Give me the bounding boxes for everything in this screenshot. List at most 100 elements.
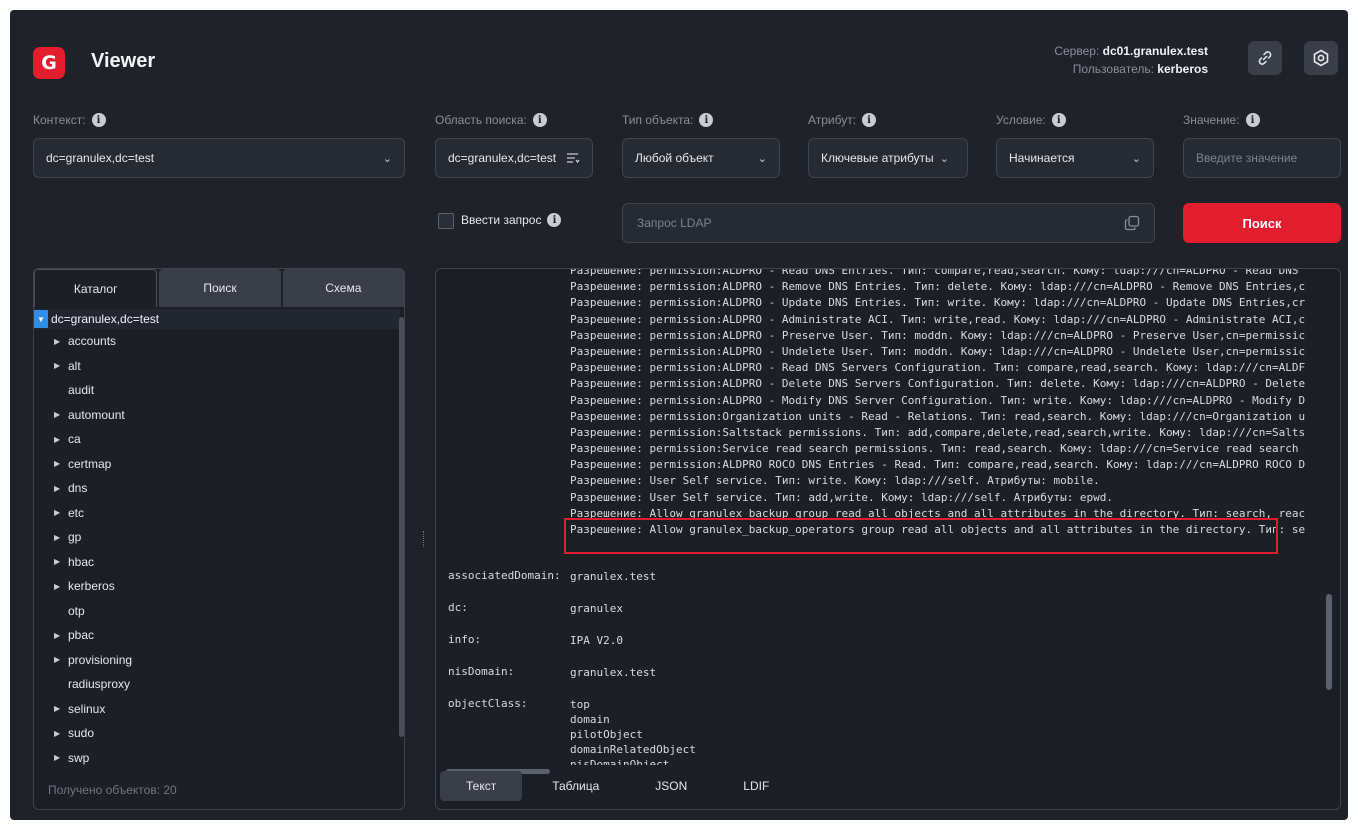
tree-item-provisioning[interactable]: ▶ provisioning [34, 648, 400, 673]
tree-item-ca[interactable]: ▶ ca [34, 427, 400, 452]
attribute-value: domain [570, 713, 610, 726]
tree-root-node[interactable]: ▼ dc=granulex,dc=test [34, 309, 400, 329]
value-input[interactable]: Введите значение [1183, 138, 1341, 178]
attribute-row: associatedDomain: granulex.test [448, 569, 656, 584]
permission-line: Разрешение: permission:ALDPRO - Read DNS… [570, 361, 1306, 375]
object-type-value: Любой объект [635, 151, 714, 165]
tab-ldif[interactable]: LDIF [717, 771, 795, 801]
attribute-values: IPA V2.0 [570, 633, 623, 648]
expand-arrow-icon[interactable]: ▶ [54, 533, 68, 542]
info-icon[interactable]: i [1051, 113, 1066, 127]
link-button[interactable] [1248, 41, 1282, 75]
result-vertical-scrollbar[interactable] [1326, 594, 1332, 690]
tree-item-accounts[interactable]: ▶ accounts [34, 329, 400, 354]
expand-arrow-icon[interactable]: ▶ [54, 337, 68, 346]
attribute-value: granulex.test [570, 666, 657, 679]
chevron-down-icon: ⌄ [939, 152, 949, 165]
tree-item-kerberos[interactable]: ▶ kerberos [34, 574, 400, 599]
tree-item-certmap[interactable]: ▶ certmap [34, 452, 400, 477]
tree-item-label: sudo [68, 726, 95, 741]
info-icon[interactable]: i [91, 113, 106, 127]
attribute-select[interactable]: Ключевые атрибуты ⌄ [808, 138, 968, 178]
tree-item-label: certmap [68, 456, 112, 471]
permission-line: Разрешение: permission:ALDPRO - Undelete… [570, 344, 1306, 358]
tree-item-selinux[interactable]: ▶ selinux [34, 697, 400, 722]
expand-arrow-icon[interactable]: ▶ [54, 753, 68, 762]
search-button[interactable]: Поиск [1183, 203, 1341, 243]
expand-arrow-icon[interactable]: ▶ [54, 631, 68, 640]
tree-item-hbac[interactable]: ▶ hbac [34, 550, 400, 575]
info-icon[interactable]: i [547, 213, 562, 227]
tab-json[interactable]: JSON [629, 771, 713, 801]
tree-item-dns[interactable]: ▶ dns [34, 476, 400, 501]
tree-item-gp[interactable]: ▶ gp [34, 525, 400, 550]
settings-icon [1313, 49, 1329, 67]
scope-value: dc=granulex,dc=test [448, 151, 557, 165]
expand-arrow-icon[interactable]: ▶ [54, 508, 68, 517]
expand-arrow-icon[interactable]: ▶ [54, 410, 68, 419]
tree-item-etc[interactable]: ▶ etc [34, 501, 400, 526]
query-checkbox[interactable] [438, 213, 454, 229]
attribute-values: granulex [570, 601, 623, 616]
permission-line: Разрешение: permission:ALDPRO - Update D… [570, 296, 1306, 310]
query-checkbox-text: Ввести запрос [461, 213, 542, 227]
expand-arrow-icon[interactable]: ▶ [54, 557, 68, 566]
tree-scrollbar[interactable] [399, 317, 404, 737]
expand-arrow-icon[interactable]: ▶ [54, 459, 68, 468]
expand-arrow-icon[interactable]: ▶ [54, 361, 68, 370]
tree-item-alt[interactable]: ▶ alt [34, 354, 400, 379]
info-icon[interactable]: i [862, 113, 877, 127]
tab-search[interactable]: Поиск [159, 269, 281, 307]
tab-text[interactable]: Текст [440, 771, 523, 801]
expand-icon[interactable] [1124, 215, 1140, 231]
attribute-value: Ключевые атрибуты [821, 151, 934, 165]
attribute-row: dc: granulex [448, 601, 623, 616]
settings-button[interactable] [1304, 41, 1338, 75]
format-tabs: Текст Таблица JSON LDIF [440, 771, 795, 801]
tab-table[interactable]: Таблица [526, 771, 625, 801]
context-label: Контекст: i [33, 113, 106, 127]
tree-item-swp[interactable]: ▶ swp [34, 746, 400, 771]
expand-arrow-icon[interactable]: ▶ [54, 655, 68, 664]
expand-arrow-icon[interactable]: ▶ [54, 582, 68, 591]
tree-item-automount[interactable]: ▶ automount [34, 403, 400, 428]
info-icon[interactable]: i [532, 113, 547, 127]
app-logo: G [33, 47, 65, 79]
collapse-icon[interactable]: ▼ [34, 310, 48, 328]
user-label: Пользователь: [1072, 62, 1154, 76]
query-checkbox-label: Ввести запрос i [461, 213, 562, 227]
expand-arrow-icon[interactable]: ▶ [54, 435, 68, 444]
tree-item-label: audit [68, 383, 95, 398]
object-type-select[interactable]: Любой объект ⌄ [622, 138, 780, 178]
scope-select[interactable]: dc=granulex,dc=test [435, 138, 593, 178]
tree-item-otp[interactable]: otp [34, 599, 400, 624]
value-label: Значение: i [1183, 113, 1260, 127]
attribute-key: associatedDomain: [448, 569, 561, 582]
ldap-query-input[interactable]: Запрос LDAP [622, 203, 1155, 243]
tree-item-label: radiusproxy [68, 677, 131, 692]
context-label-text: Контекст: [33, 113, 86, 127]
tab-catalog[interactable]: Каталог [34, 269, 158, 307]
tab-schema[interactable]: Схема [282, 269, 404, 307]
context-value: dc=granulex,dc=test [46, 151, 155, 165]
expand-arrow-icon[interactable]: ▶ [54, 729, 68, 738]
directory-tabs: Каталог Поиск Схема [34, 269, 404, 307]
tree-item-label: kerberos [68, 579, 115, 594]
tree-item-sudo[interactable]: ▶ sudo [34, 721, 400, 746]
expand-arrow-icon[interactable]: ▶ [54, 484, 68, 493]
link-icon [1258, 51, 1272, 65]
context-select[interactable]: dc=granulex,dc=test ⌄ [33, 138, 405, 178]
condition-select[interactable]: Начинается ⌄ [996, 138, 1154, 178]
info-icon[interactable]: i [1245, 113, 1260, 127]
panel-splitter[interactable] [423, 531, 425, 547]
object-type-label-text: Тип объекта: [622, 113, 694, 127]
tree-item-radiusproxy[interactable]: radiusproxy [34, 672, 400, 697]
tree-item-pbac[interactable]: ▶ pbac [34, 623, 400, 648]
object-type-label: Тип объекта: i [622, 113, 714, 127]
condition-label: Условие: i [996, 113, 1066, 127]
tree-item-label: selinux [68, 701, 106, 716]
expand-arrow-icon[interactable]: ▶ [54, 704, 68, 713]
tree-item-audit[interactable]: audit [34, 378, 400, 403]
tree-item-label: hbac [68, 554, 95, 569]
info-icon[interactable]: i [699, 113, 714, 127]
